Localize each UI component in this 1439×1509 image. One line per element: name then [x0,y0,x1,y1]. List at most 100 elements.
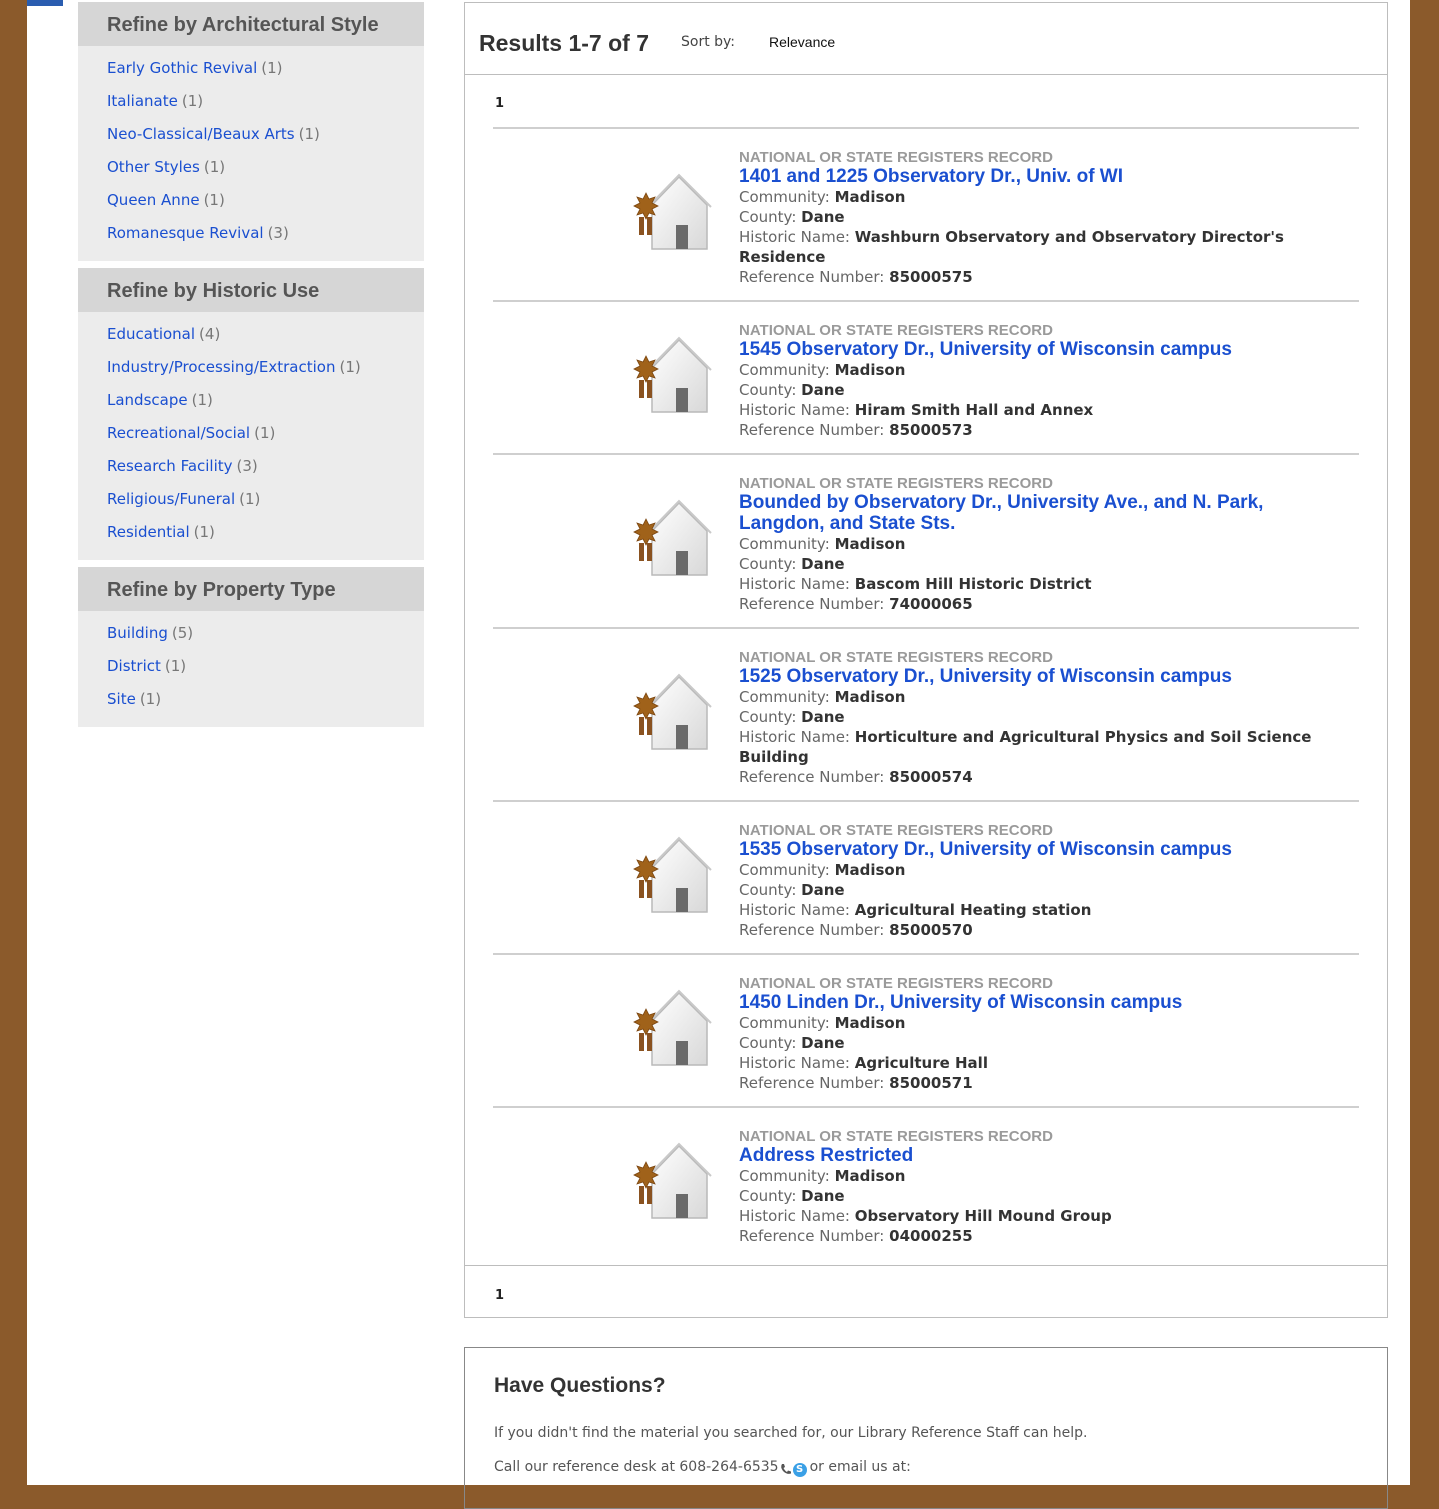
facet-link[interactable]: Residential [107,523,190,541]
record-body: NATIONAL OR STATE REGISTERS RECORD 1535 O… [739,802,1359,953]
facet-item: Italianate (1) [107,91,424,111]
facet-link[interactable]: Romanesque Revival [107,224,264,242]
facet-link[interactable]: Neo-Classical/Beaux Arts [107,125,295,143]
facet-item: Recreational/Social (1) [107,423,424,443]
record-historic-name-label: Historic Name: [739,901,850,919]
result-record: NATIONAL OR STATE REGISTERS RECORD 1545 O… [493,300,1359,453]
pager-top-page-1[interactable]: 1 [495,96,504,111]
record-reference-number: Reference Number: 85000571 [739,1073,1359,1093]
facet-link[interactable]: Landscape [107,391,188,409]
record-community-value: Madison [834,688,906,706]
record-type: NATIONAL OR STATE REGISTERS RECORD [739,1128,1053,1145]
record-title-link[interactable]: 1401 and 1225 Observatory Dr., Univ. of … [739,166,1329,187]
record-title-link[interactable]: 1525 Observatory Dr., University of Wisc… [739,666,1329,687]
facet-link[interactable]: Industry/Processing/Extraction [107,358,335,376]
facet-link[interactable]: District [107,657,161,675]
pager-bottom-page-1[interactable]: 1 [495,1288,504,1303]
facet-count: (1) [298,125,320,143]
record-community-label: Community: [739,1014,830,1032]
phone-icon[interactable] [779,1462,793,1476]
record-reference-number: Reference Number: 85000575 [739,267,1359,287]
record-title-link[interactable]: Address Restricted [739,1145,1329,1166]
facet-item: Romanesque Revival (3) [107,223,424,243]
record-historic-name: Historic Name: Bascom Hill Historic Dist… [739,574,1359,594]
record-title-link[interactable]: 1535 Observatory Dr., University of Wisc… [739,839,1329,860]
record-type: NATIONAL OR STATE REGISTERS RECORD [739,822,1053,839]
record-community-value: Madison [834,861,906,879]
record-reference-number-value: 74000065 [889,595,973,613]
record-title-link[interactable]: Bounded by Observatory Dr., University A… [739,492,1329,534]
skype-icon[interactable]: S [792,1463,807,1477]
record-community-label: Community: [739,188,830,206]
record-title-link[interactable]: 1545 Observatory Dr., University of Wisc… [739,339,1329,360]
record-county-label: County: [739,208,797,226]
facet-link[interactable]: Queen Anne [107,191,200,209]
record-county-value: Dane [801,208,845,226]
record-body: NATIONAL OR STATE REGISTERS RECORD Addres… [739,1108,1359,1259]
historic-house-icon[interactable] [624,332,716,418]
sort-label: Sort by: [681,34,736,50]
facet-count: (3) [267,224,289,242]
results-header: Results 1-7 of 7 Sort by: Relevance [465,3,1387,75]
facet-link[interactable]: Research Facility [107,457,233,475]
record-community-label: Community: [739,688,830,706]
historic-house-icon[interactable] [624,169,716,255]
record-type: NATIONAL OR STATE REGISTERS RECORD [739,149,1053,166]
reference-desk-phone: Call our reference desk at 608-264-6535 [494,1459,779,1475]
facet-box: Refine by Property Type Building (5) Distri… [78,567,424,727]
facet-link[interactable]: Recreational/Social [107,424,250,442]
record-county-value: Dane [801,1187,845,1205]
facet-item: Neo-Classical/Beaux Arts (1) [107,124,424,144]
record-reference-number-value: 85000571 [889,1074,973,1092]
record-county-label: County: [739,381,797,399]
facet-count: (4) [199,325,221,343]
record-title-link[interactable]: 1450 Linden Dr., University of Wisconsin… [739,992,1329,1013]
facet-item: Building (5) [107,623,424,643]
record-historic-name: Historic Name: Hiram Smith Hall and Anne… [739,400,1359,420]
facet-link[interactable]: Building [107,624,168,642]
record-reference-number-value: 85000573 [889,421,973,439]
historic-house-icon[interactable] [624,832,716,918]
facet-link[interactable]: Italianate [107,92,178,110]
facet-item: Landscape (1) [107,390,424,410]
facet-count: (1) [339,358,361,376]
record-community-label: Community: [739,1167,830,1185]
record-reference-number-label: Reference Number: [739,421,885,439]
record-historic-name-value: Bascom Hill Historic District [854,575,1092,593]
record-type: NATIONAL OR STATE REGISTERS RECORD [739,975,1053,992]
sort-select[interactable]: Relevance [769,34,835,50]
facet-link[interactable]: Early Gothic Revival [107,59,257,77]
facet-count: (1) [181,92,204,110]
facet-link[interactable]: Site [107,690,136,708]
record-historic-name-value: Agricultural Heating station [854,901,1092,919]
record-reference-number-value: 85000574 [889,768,973,786]
facet-count: (1) [203,158,226,176]
historic-house-icon[interactable] [624,669,716,755]
record-reference-number-label: Reference Number: [739,268,885,286]
facet-count: (1) [254,424,276,442]
record-historic-name: Historic Name: Agricultural Heating stat… [739,900,1359,920]
results-title: Results 1-7 of 7 [479,30,649,56]
record-community-value: Madison [834,361,906,379]
record-community: Community: Madison [739,187,1359,207]
facet-box: Refine by Historic Use Educational (4) Indu… [78,268,424,560]
facet-item: Industry/Processing/Extraction (1) [107,357,424,377]
result-record: NATIONAL OR STATE REGISTERS RECORD 1450 L… [493,953,1359,1106]
facet-link[interactable]: Religious/Funeral [107,490,235,508]
record-reference-number: Reference Number: 04000255 [739,1226,1359,1246]
historic-house-icon[interactable] [624,985,716,1071]
record-county-label: County: [739,881,797,899]
facet-link[interactable]: Educational [107,325,195,343]
facet-item: Religious/Funeral (1) [107,489,424,509]
facet-item: Other Styles (1) [107,157,424,177]
record-county-value: Dane [801,881,845,899]
facet-count: (1) [164,657,187,675]
facet-link[interactable]: Other Styles [107,158,200,176]
record-county-label: County: [739,555,797,573]
record-county-value: Dane [801,381,845,399]
facet-item: Educational (4) [107,324,424,344]
historic-house-icon[interactable] [624,1138,716,1224]
historic-house-icon[interactable] [624,495,716,581]
record-historic-name-label: Historic Name: [739,401,850,419]
email-prompt: or email us at: [809,1459,911,1475]
